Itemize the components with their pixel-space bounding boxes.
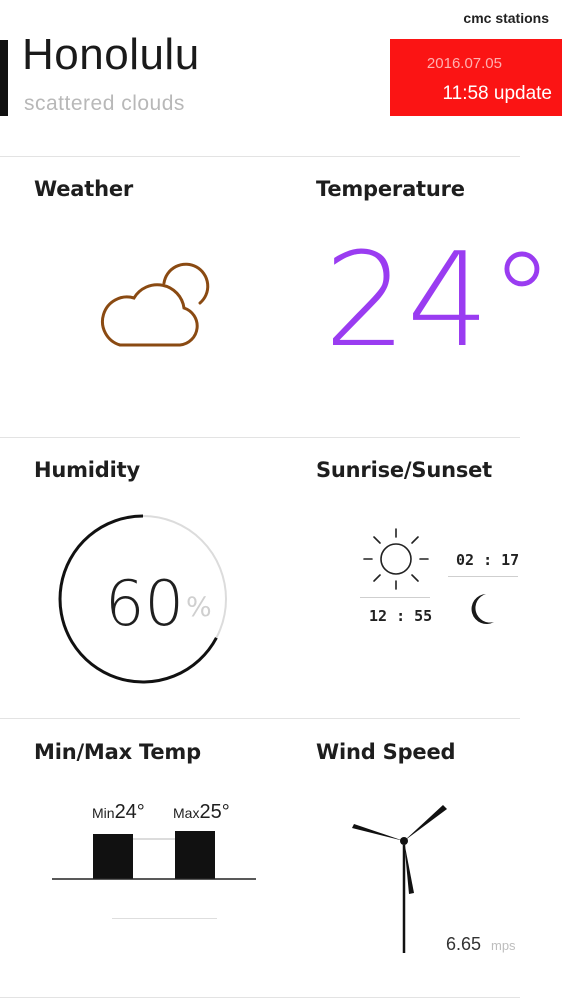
temperature-card-title: Temperature	[316, 177, 465, 201]
humidity-card-title: Humidity	[34, 458, 140, 482]
divider	[360, 597, 430, 598]
max-value: 25°	[199, 801, 230, 823]
temperature-value: 24°	[324, 224, 555, 376]
cloud-sun-icon	[101, 262, 210, 347]
divider	[0, 437, 520, 438]
sun-icon	[363, 528, 429, 590]
humidity-value: 60	[105, 567, 184, 640]
divider	[112, 918, 217, 919]
update-box[interactable]: 2016.07.05 11:58 update	[390, 39, 562, 116]
max-temp: Max25°	[173, 801, 230, 824]
wind-speed-unit: mps	[491, 938, 516, 953]
sunrise-sunset-card-title: Sunrise/Sunset	[316, 458, 492, 482]
max-label: Max	[173, 805, 200, 821]
update-time: 11:58 update	[442, 83, 552, 104]
wind-turbine-icon	[352, 805, 447, 953]
sunset-time: 02 : 17	[456, 551, 520, 569]
source-label[interactable]: cmc stations	[463, 10, 549, 26]
min-max-bars	[52, 831, 256, 880]
divider	[0, 718, 520, 719]
min-value: 24°	[114, 801, 145, 823]
accent-bar	[0, 40, 8, 116]
divider	[0, 997, 520, 998]
min-label: Min	[92, 805, 115, 821]
weather-card-title: Weather	[34, 177, 134, 201]
divider	[0, 156, 520, 157]
update-date: 2016.07.05	[426, 55, 502, 72]
wind-speed-value: 6.65	[446, 934, 482, 954]
humidity-unit: %	[186, 592, 212, 623]
weather-condition: scattered clouds	[24, 92, 185, 115]
moon-icon	[471, 594, 494, 624]
divider	[448, 576, 518, 577]
city-name: Honolulu	[22, 30, 200, 79]
wind-speed-card-title: Wind Speed	[316, 740, 456, 764]
min-max-card-title: Min/Max Temp	[34, 740, 201, 764]
min-temp: Min24°	[92, 801, 145, 824]
sunrise-time: 12 : 55	[369, 607, 433, 625]
